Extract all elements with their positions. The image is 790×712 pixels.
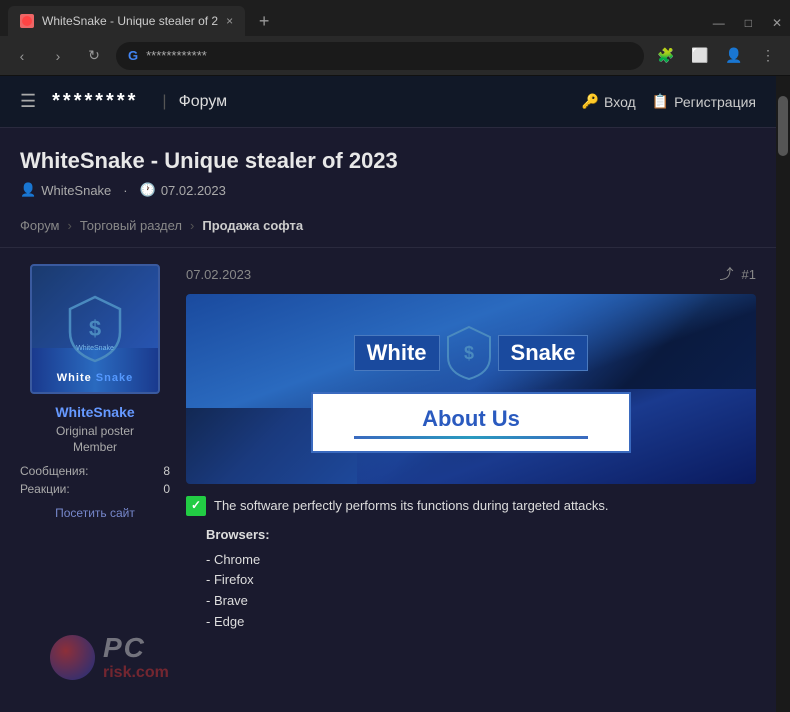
nav-icons: 🧩 ⬜ 👤 ⋮ [652, 42, 782, 70]
breadcrumb-current: Продажа софта [202, 218, 303, 233]
register-button[interactable]: 📋 Регистрация [652, 93, 756, 110]
google-icon: G [128, 48, 138, 63]
post-author: 👤 WhiteSnake [20, 182, 111, 198]
active-tab[interactable]: WhiteSnake - Unique stealer of 2 × [8, 6, 245, 36]
browser-firefox: - Firefox [206, 570, 756, 591]
avatar-logo: White Snake [57, 372, 133, 384]
banner-white-label: White [354, 335, 440, 371]
visit-site-link[interactable]: Посетить сайт [55, 506, 135, 520]
messages-stat: Сообщения: 8 [20, 462, 170, 480]
banner-snake-label: Snake [498, 335, 589, 371]
banner-content: White $ Snake About Us [311, 325, 631, 453]
forward-button[interactable]: › [44, 42, 72, 70]
check-text: The software perfectly performs its func… [214, 496, 609, 517]
reactions-stat: Реакции: 0 [20, 480, 170, 498]
banner-about-box: About Us [311, 392, 631, 453]
user-card: $ WhiteSnake White Snake WhiteSnake Orig… [20, 264, 170, 633]
banner-logo-row: White $ Snake [354, 325, 589, 380]
shield-svg: $ WhiteSnake [65, 294, 125, 364]
header-divider: | [162, 93, 166, 111]
address-bar[interactable]: G ************ [116, 42, 644, 70]
browser-chrome: - Chrome [206, 550, 756, 571]
post-date-meta: 🕐 07.02.2023 [140, 182, 226, 198]
browsers-title: Browsers: [206, 525, 756, 546]
clock-icon: 🕐 [140, 182, 156, 198]
forum-name: Форум [179, 93, 228, 111]
post-meta: 👤 WhiteSnake · 🕐 07.02.2023 [20, 182, 756, 198]
post-title: WhiteSnake - Unique stealer of 2023 [20, 148, 756, 174]
svg-text:WhiteSnake: WhiteSnake [76, 345, 114, 352]
banner-about-text: About Us [325, 406, 617, 432]
breadcrumb-sep-2: › [190, 218, 194, 233]
key-icon: 🔑 [582, 93, 599, 110]
checkmark-icon: ✓ [186, 496, 206, 516]
browsers-section: Browsers: - Chrome - Firefox - Brave - E… [186, 525, 756, 633]
banner-underline [354, 436, 588, 439]
auth-buttons: 🔑 Вход 📋 Регистрация [582, 93, 756, 110]
tab-favicon [20, 14, 34, 28]
extensions-icon[interactable]: 🧩 [652, 42, 680, 70]
breadcrumb-trading[interactable]: Торговый раздел [80, 218, 182, 233]
refresh-button[interactable]: ↻ [80, 42, 108, 70]
banner-image: White $ Snake About Us [186, 294, 756, 484]
navigation-bar: ‹ › ↻ G ************ 🧩 ⬜ 👤 ⋮ [0, 36, 790, 76]
share-icon[interactable]: ⤴ [720, 264, 734, 284]
post-top-bar: 07.02.2023 ⤴ #1 [186, 264, 756, 284]
post-action-buttons: ⤴ #1 [720, 264, 756, 284]
forum-logo: ******** [52, 90, 138, 113]
check-row: ✓ The software perfectly performs its fu… [186, 496, 756, 517]
breadcrumb: Форум › Торговый раздел › Продажа софта [0, 210, 776, 248]
user-role-original: Original poster [56, 424, 134, 438]
scrollbar-thumb[interactable] [778, 96, 788, 156]
forum-header: ☰ ******** | Форум 🔑 Вход 📋 Регистрация [0, 76, 776, 128]
post-timestamp: 07.02.2023 [186, 267, 251, 282]
user-stats: Сообщения: 8 Реакции: 0 [20, 462, 170, 498]
post-number: #1 [742, 267, 756, 282]
post-text: ✓ The software perfectly performs its fu… [186, 496, 756, 633]
svg-text:$: $ [89, 316, 101, 341]
user-avatar: $ WhiteSnake White Snake [30, 264, 160, 394]
username[interactable]: WhiteSnake [55, 404, 134, 420]
register-icon: 📋 [652, 93, 669, 110]
user-icon: 👤 [20, 182, 36, 198]
post-area: $ WhiteSnake White Snake WhiteSnake Orig… [0, 248, 776, 649]
banner-shield-icon: $ [444, 325, 494, 380]
back-button[interactable]: ‹ [8, 42, 36, 70]
meta-separator: · [123, 183, 127, 198]
login-button[interactable]: 🔑 Вход [582, 93, 636, 110]
maximize-button[interactable]: □ [745, 16, 752, 30]
hamburger-menu-icon[interactable]: ☰ [20, 91, 36, 112]
menu-icon[interactable]: ⋮ [754, 42, 782, 70]
close-browser-button[interactable]: ✕ [772, 16, 782, 30]
svg-text:$: $ [464, 343, 474, 363]
tab-close-button[interactable]: × [226, 14, 233, 28]
user-role-member: Member [73, 440, 117, 454]
breadcrumb-forum[interactable]: Форум [20, 218, 60, 233]
address-text: ************ [146, 48, 632, 63]
profile-icon[interactable]: 👤 [720, 42, 748, 70]
tab-title: WhiteSnake - Unique stealer of 2 [42, 14, 218, 28]
breadcrumb-sep-1: › [68, 218, 72, 233]
browser-edge: - Edge [206, 612, 756, 633]
new-tab-button[interactable]: + [249, 6, 279, 36]
minimize-button[interactable]: — [713, 16, 725, 30]
profile-window-icon[interactable]: ⬜ [686, 42, 714, 70]
post-header: WhiteSnake - Unique stealer of 2023 👤 Wh… [0, 128, 776, 210]
scrollbar[interactable] [776, 76, 790, 712]
post-content-area: 07.02.2023 ⤴ #1 White [186, 264, 756, 633]
browser-brave: - Brave [206, 591, 756, 612]
